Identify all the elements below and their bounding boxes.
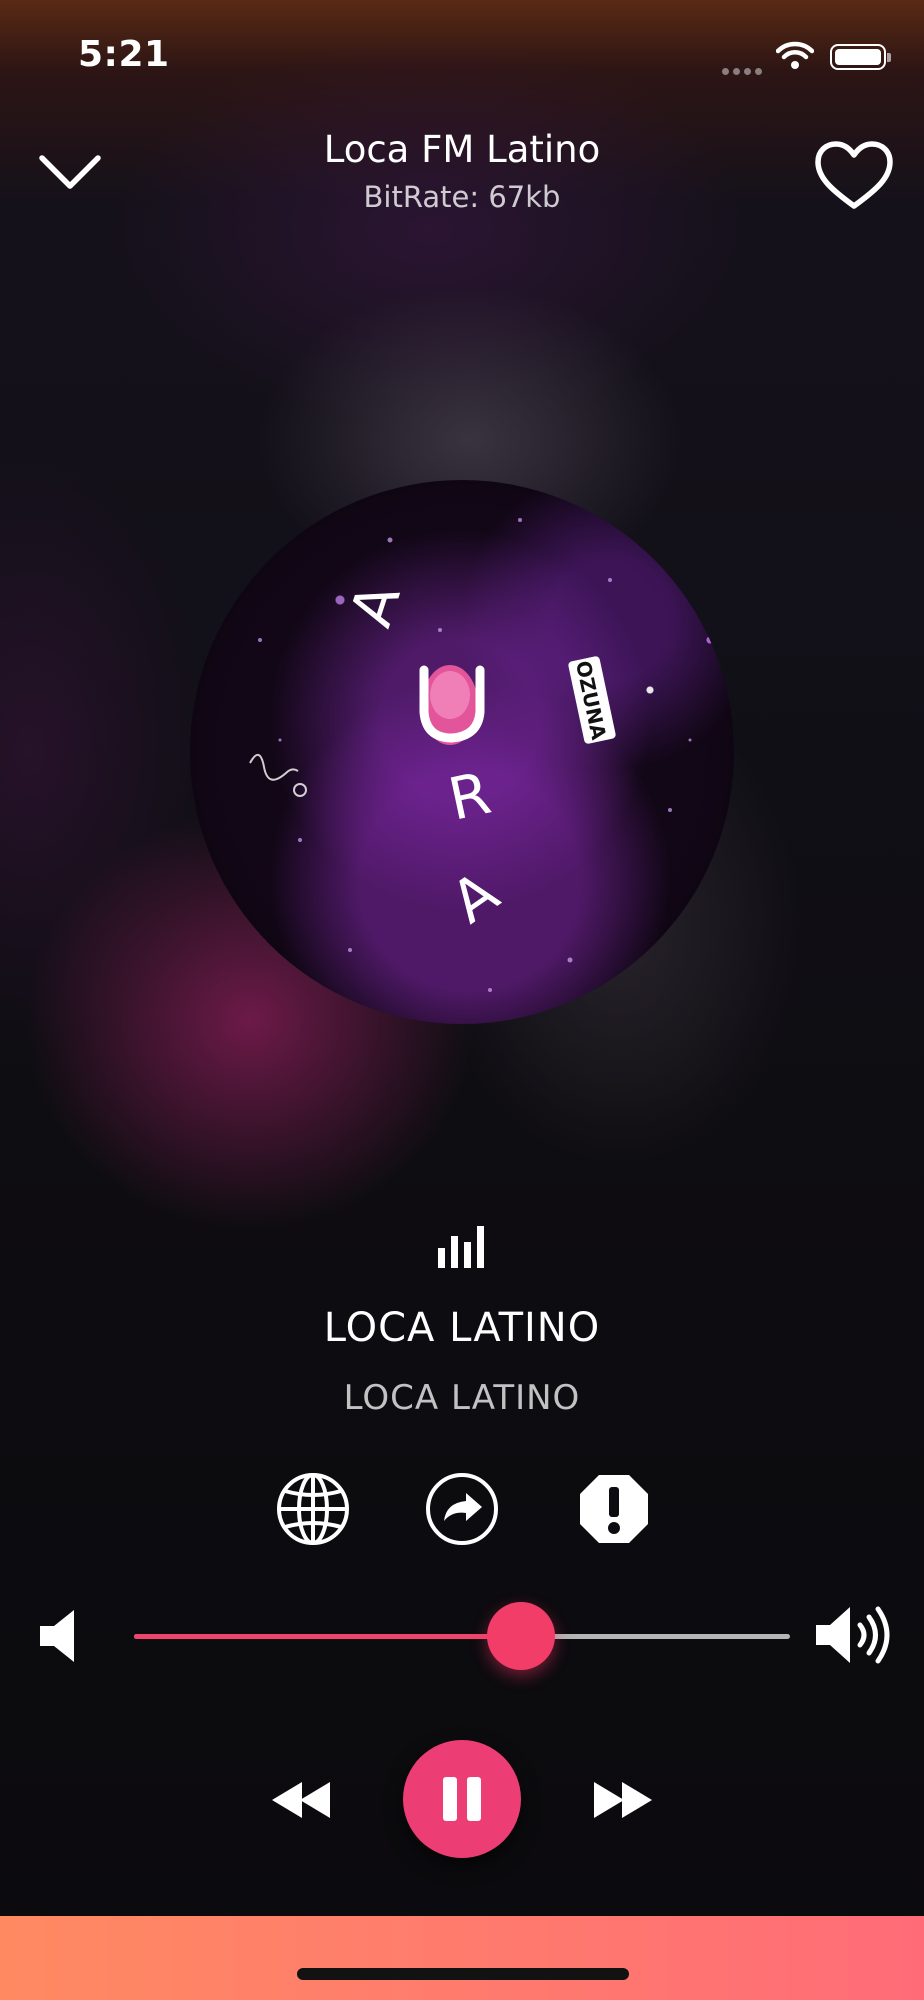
pause-button[interactable] bbox=[403, 1740, 521, 1858]
cellular-signal-icon bbox=[722, 60, 766, 79]
globe-icon[interactable] bbox=[275, 1471, 351, 1547]
artwork-letter-a-bottom: A bbox=[439, 858, 511, 937]
bottom-bar bbox=[0, 1916, 924, 2000]
volume-low-icon bbox=[40, 1610, 74, 1662]
report-icon[interactable] bbox=[576, 1471, 652, 1547]
artwork-graphic: A U R A OZUNA bbox=[249, 518, 692, 992]
pause-icon bbox=[443, 1777, 457, 1821]
battery-icon bbox=[830, 44, 891, 70]
artwork-letter-a-top: A bbox=[337, 575, 414, 634]
volume-slider-fill bbox=[134, 1634, 522, 1639]
home-indicator[interactable] bbox=[297, 1968, 629, 1980]
volume-slider-thumb[interactable] bbox=[487, 1602, 556, 1670]
rewind-icon[interactable] bbox=[270, 1778, 334, 1822]
artist-name: LOCA LATINO bbox=[343, 1378, 581, 1418]
fast-forward-icon[interactable] bbox=[590, 1778, 654, 1822]
share-icon[interactable] bbox=[424, 1471, 500, 1547]
wifi-icon bbox=[776, 41, 814, 69]
status-time: 5:21 bbox=[78, 34, 170, 75]
bitrate-label: BitRate: 67kb bbox=[363, 180, 561, 214]
heart-icon[interactable] bbox=[814, 140, 894, 212]
pause-icon bbox=[467, 1777, 481, 1821]
equalizer-bars-icon bbox=[438, 1226, 484, 1268]
song-title: LOCA LATINO bbox=[323, 1305, 601, 1351]
album-artwork: A U R A OZUNA bbox=[190, 480, 734, 1024]
station-name: Loca FM Latino bbox=[323, 128, 601, 171]
volume-slider[interactable] bbox=[134, 1602, 790, 1670]
volume-high-icon bbox=[816, 1606, 890, 1664]
